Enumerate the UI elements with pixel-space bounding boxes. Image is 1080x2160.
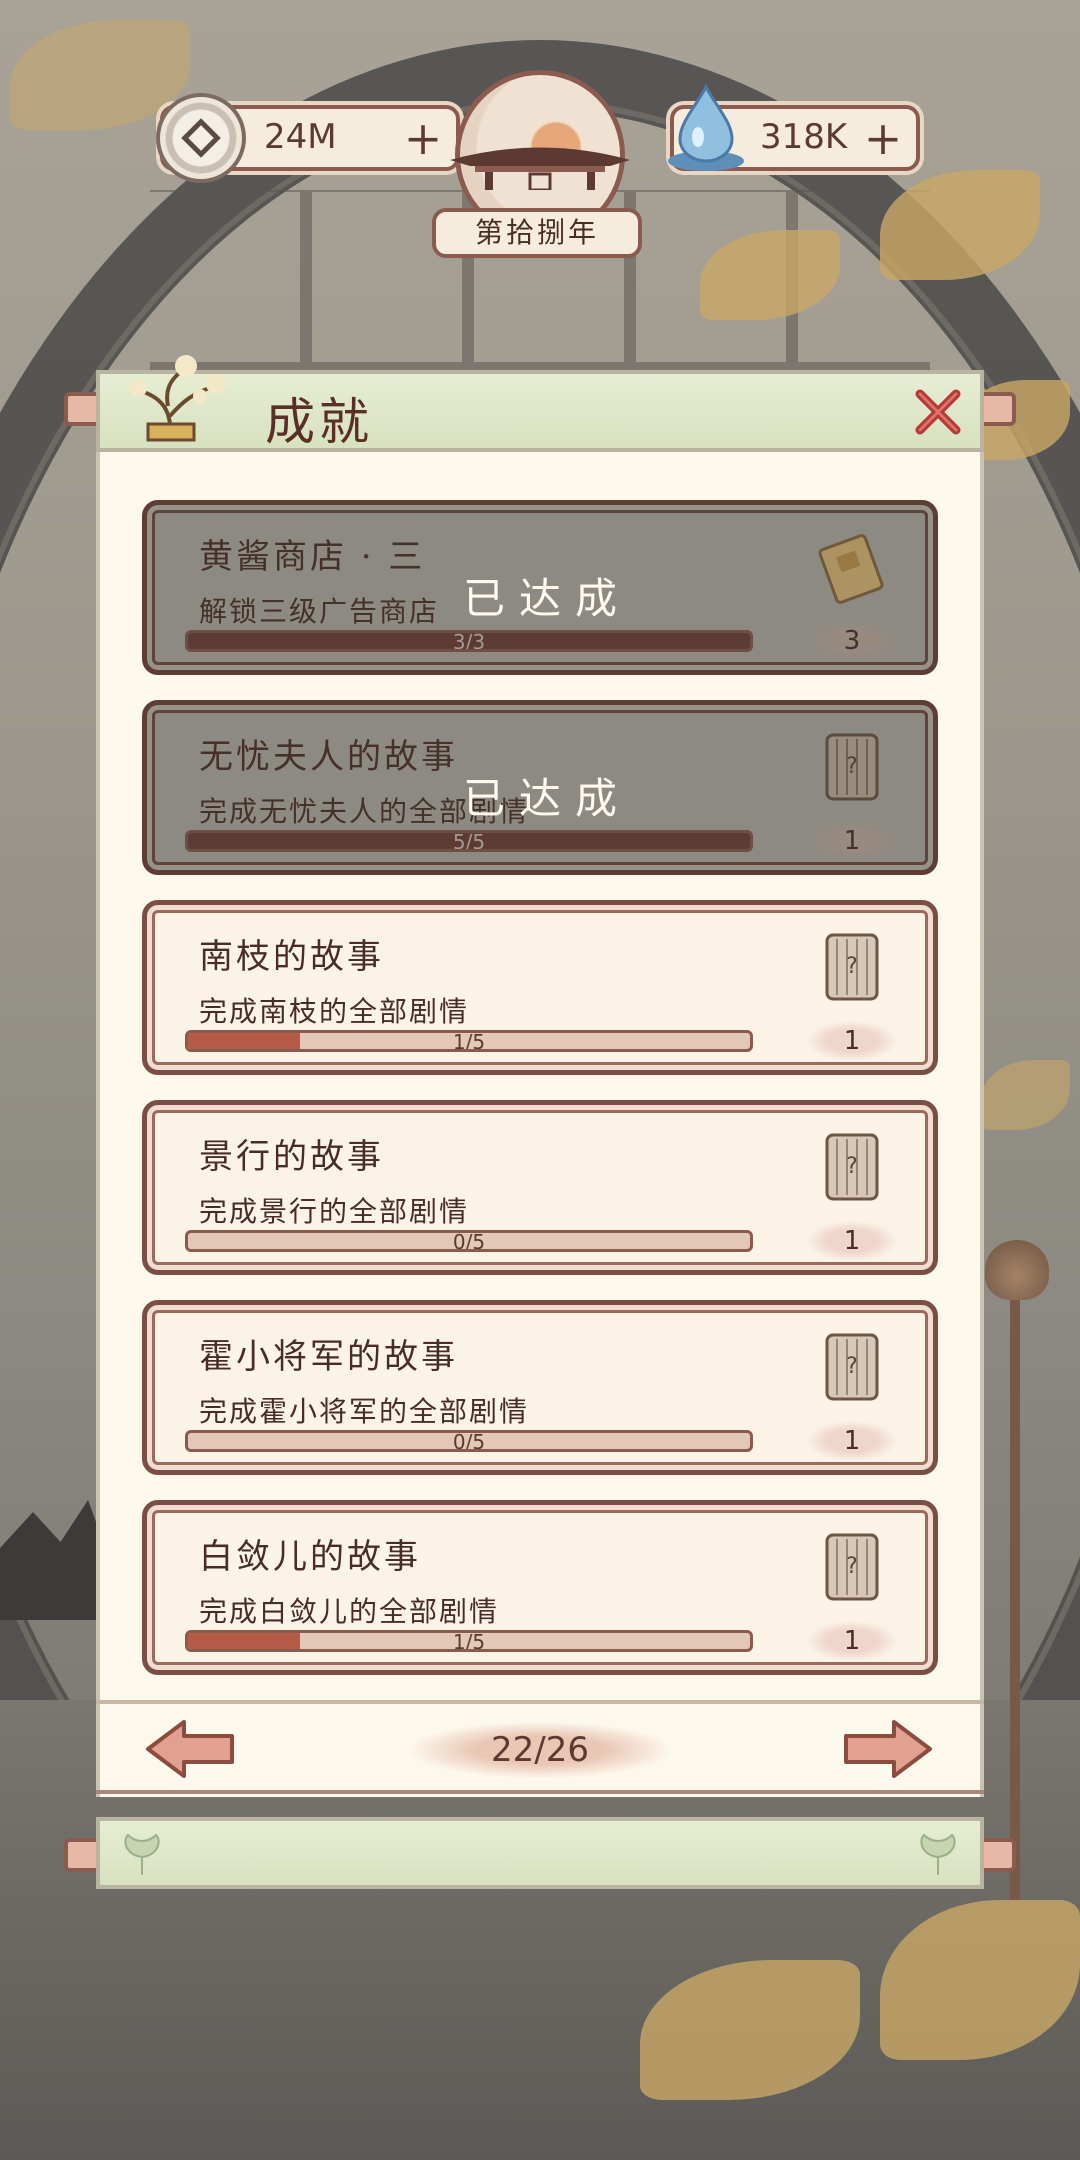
- progress-bar: 0/5: [185, 1430, 753, 1452]
- completed-label: 已达成: [463, 774, 632, 823]
- svg-text:?: ?: [846, 1354, 858, 1379]
- progress-text: 0/5: [452, 1230, 486, 1252]
- divider: [96, 1700, 984, 1704]
- svg-text:?: ?: [846, 954, 858, 979]
- progress-text: 0/5: [452, 1430, 486, 1452]
- lamp-post: [1010, 1300, 1020, 1900]
- reward-count: 1: [807, 1421, 897, 1461]
- svg-text:?: ?: [846, 1154, 858, 1179]
- coin-value: 24M: [264, 117, 337, 157]
- reward-count: 1: [807, 1621, 897, 1661]
- achievement-title: 南枝的故事: [199, 937, 384, 977]
- coin-icon: [156, 93, 246, 183]
- ginkgo-leaf-icon: [124, 1833, 160, 1875]
- completed-label: 已达成: [463, 574, 632, 623]
- achievement-card: 黄酱商店 · 三 解锁三级广告商店 3/3 3 已达成: [142, 500, 938, 675]
- achievement-description: 完成白敛儿的全部剧情: [199, 1595, 500, 1628]
- water-counter: 318K +: [668, 83, 920, 171]
- progress-text: 1/5: [452, 1630, 486, 1652]
- progress-text: 1/5: [452, 1030, 486, 1052]
- achievement-description: 完成南枝的全部剧情: [199, 995, 470, 1028]
- achievement-title: 景行的故事: [199, 1137, 384, 1177]
- achievement-title: 霍小将军的故事: [199, 1337, 458, 1377]
- bonsai-icon: [129, 355, 226, 442]
- water-drop-icon: [668, 83, 744, 171]
- water-value: 318K: [760, 117, 848, 157]
- divider: [96, 1790, 984, 1794]
- reward-count: 1: [807, 1221, 897, 1261]
- progress-bar: 0/5: [185, 1230, 753, 1252]
- achievement-title: 白敛儿的故事: [199, 1537, 421, 1577]
- scroll-icon: ?: [825, 1333, 879, 1401]
- achievement-description: 完成霍小将军的全部剧情: [199, 1395, 530, 1428]
- progress-bar: 1/5: [185, 1630, 753, 1652]
- pavilion-icon: [450, 147, 630, 190]
- lotus-lamp-icon: [985, 1240, 1049, 1300]
- next-page-arrow-icon[interactable]: [842, 1718, 934, 1780]
- ginkgo-leaf-icon: [920, 1833, 956, 1875]
- panel-title: 成就: [265, 393, 373, 451]
- reward-count: 1: [807, 1021, 897, 1061]
- ginkgo-leaf: [880, 170, 1040, 280]
- achievement-card: 景行的故事 完成景行的全部剧情 0/5 ? 1: [142, 1100, 938, 1275]
- close-icon[interactable]: [910, 384, 966, 440]
- scroll-icon: ?: [825, 933, 879, 1001]
- achievement-card: 无忧夫人的故事 完成无忧夫人的全部剧情 5/5 ? 1 已达成: [142, 700, 938, 875]
- progress-bar: 1/5: [185, 1030, 753, 1052]
- achievement-card: 白敛儿的故事 完成白敛儿的全部剧情 1/5 ? 1: [142, 1500, 938, 1675]
- year-label: 第拾捌年: [432, 208, 642, 258]
- achievement-card: 南枝的故事 完成南枝的全部剧情 1/5 ? 1: [142, 900, 938, 1075]
- achievement-panel-footer: [96, 1817, 984, 1889]
- achievement-panel-header: 成就: [96, 355, 984, 452]
- achievement-description: 完成景行的全部剧情: [199, 1195, 470, 1228]
- scroll-icon: ?: [825, 1133, 879, 1201]
- add-water-button[interactable]: +: [858, 111, 908, 165]
- page-indicator: 22/26: [410, 1722, 670, 1778]
- achievement-card: 霍小将军的故事 完成霍小将军的全部剧情 0/5 ? 1: [142, 1300, 938, 1475]
- prev-page-arrow-icon[interactable]: [144, 1718, 236, 1780]
- coin-counter: 24M +: [156, 93, 460, 183]
- svg-text:?: ?: [846, 1554, 858, 1579]
- scroll-icon: ?: [825, 1533, 879, 1601]
